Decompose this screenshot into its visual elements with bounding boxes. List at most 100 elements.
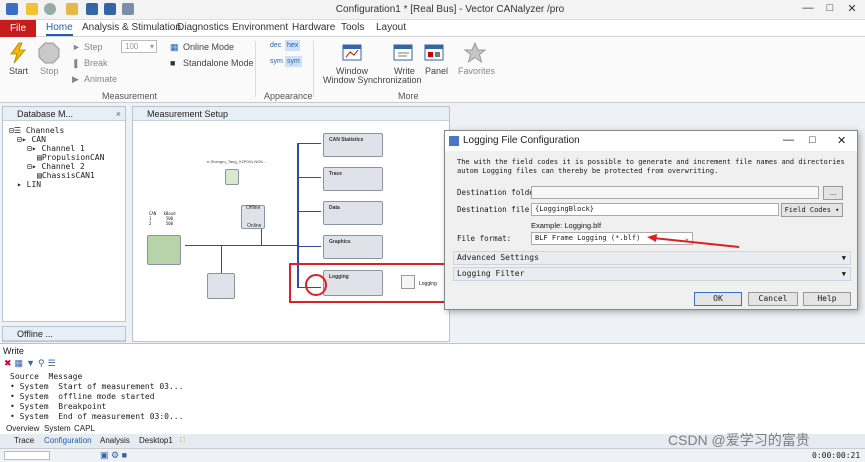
write-row[interactable]: • System offline mode started xyxy=(10,392,155,401)
wire xyxy=(185,245,297,246)
dialog-minimize-icon[interactable]: — xyxy=(783,134,794,146)
tab-overview[interactable]: Overview xyxy=(6,424,39,433)
online-mode-button[interactable]: Online Mode xyxy=(183,42,234,52)
sym-toggle-button[interactable]: sym xyxy=(285,56,302,67)
animate-button[interactable]: Animate xyxy=(84,74,117,84)
write-row[interactable]: • System Start of measurement 03... xyxy=(10,382,183,391)
maximize-icon[interactable]: □ xyxy=(822,2,838,16)
tree-item-channel-2[interactable]: ⊟▸ Channel 2 xyxy=(27,162,85,171)
wire xyxy=(297,211,321,212)
save-as-icon[interactable] xyxy=(104,3,116,15)
can-hardware-icon[interactable] xyxy=(147,235,181,265)
tab-desktop1[interactable]: Desktop1 xyxy=(139,436,173,445)
minimize-icon[interactable]: — xyxy=(800,2,816,16)
stop-circle-icon[interactable] xyxy=(44,3,56,15)
window-sync-button[interactable]: Window Synchronization xyxy=(323,75,422,85)
offline-file-icon[interactable] xyxy=(225,169,239,185)
tab-home[interactable]: Home xyxy=(46,22,73,36)
online-source-block[interactable]: Offline Online xyxy=(241,205,265,229)
lightning-icon[interactable] xyxy=(26,3,38,15)
advanced-settings-section[interactable]: Advanced Settings ▼ xyxy=(453,251,851,265)
panel-button[interactable]: Panel xyxy=(425,66,448,76)
tree-item-channel-1[interactable]: ⊟▸ Channel 1 xyxy=(27,144,85,153)
favorites-button[interactable]: Favorites xyxy=(458,66,495,76)
find-icon[interactable]: ⚲ xyxy=(38,358,48,368)
write-row[interactable]: • System End of measurement 03:0... xyxy=(10,412,183,421)
ok-button[interactable]: OK xyxy=(694,292,742,306)
tab-system[interactable]: System xyxy=(44,424,71,433)
replay-block[interactable] xyxy=(207,273,235,299)
row-message: offline mode started xyxy=(58,392,155,401)
tree-label: Channels xyxy=(25,126,65,135)
stop-button[interactable]: Stop xyxy=(40,66,59,76)
field-codes-button[interactable]: Field Codes ▾ xyxy=(781,203,843,217)
tab-analysis-stimulation[interactable]: Analysis & Stimulation xyxy=(82,22,181,33)
dialog-close-icon[interactable]: ✕ xyxy=(837,134,846,147)
field-codes-label: Field Codes xyxy=(784,206,831,214)
tab-file[interactable]: File xyxy=(0,20,36,37)
tree-item-channels[interactable]: ⊟☰ Channels xyxy=(9,126,64,135)
standalone-mode-button[interactable]: Standalone Mode xyxy=(183,58,254,68)
trace-block[interactable]: Trace xyxy=(323,167,383,191)
open-folder-icon[interactable] xyxy=(66,3,78,15)
block-label: Data xyxy=(329,205,340,211)
data-block[interactable]: Data xyxy=(323,201,383,225)
offline-file-label: e-Shengru_Tang_X2P001-NO6... xyxy=(207,159,266,164)
tab-environment[interactable]: Environment xyxy=(232,22,288,33)
add-desktop-icon[interactable]: □ xyxy=(180,435,185,444)
tree-item-can[interactable]: ⊟▸ CAN xyxy=(17,135,46,144)
options-icon[interactable]: ☰ xyxy=(48,358,59,368)
status-icons: ▣ ⚙ ■ xyxy=(100,450,128,460)
quick-access-icon[interactable] xyxy=(122,3,134,15)
help-button[interactable]: Help xyxy=(803,292,851,306)
browse-button[interactable]: ... xyxy=(823,186,843,200)
chevron-down-icon: ▾ xyxy=(149,42,154,51)
step-button[interactable]: Step xyxy=(84,42,103,52)
hex-button[interactable]: hex xyxy=(285,40,301,51)
tree-item-lin[interactable]: ▸ LIN xyxy=(17,180,41,189)
start-button[interactable]: Start xyxy=(9,66,28,76)
write-button[interactable]: Write xyxy=(394,66,415,76)
tab-trace[interactable]: Trace xyxy=(14,436,34,445)
panel-close-icon[interactable]: × xyxy=(116,107,121,121)
sym-button[interactable]: sym xyxy=(270,58,283,65)
tab-diagnostics[interactable]: Diagnostics xyxy=(177,22,229,33)
graphics-block[interactable]: Graphics xyxy=(323,235,383,259)
dest-folder-input[interactable] xyxy=(531,186,819,199)
tab-tools[interactable]: Tools xyxy=(341,22,364,33)
panel-icon xyxy=(423,42,445,64)
window-sync-icon xyxy=(341,42,363,64)
tab-hardware[interactable]: Hardware xyxy=(292,22,335,33)
speed-select[interactable]: 100 ▾ xyxy=(121,40,157,53)
red-arrow-annotation xyxy=(647,234,740,248)
can-statistics-block[interactable]: CAN Statistics xyxy=(323,133,383,157)
close-icon[interactable]: ✕ xyxy=(844,2,860,16)
tab-configuration[interactable]: Configuration xyxy=(44,436,92,445)
logging-filter-section[interactable]: Logging Filter ▼ xyxy=(453,267,851,281)
dec-button[interactable]: dec xyxy=(270,42,281,49)
row-source: System xyxy=(19,412,49,421)
cancel-button[interactable]: Cancel xyxy=(748,292,798,306)
title-bar: Configuration1 * [Real Bus] - Vector CAN… xyxy=(0,0,865,20)
tab-capl[interactable]: CAPL xyxy=(74,424,95,433)
dest-file-input[interactable]: {LoggingBlock} xyxy=(531,203,779,216)
measurement-group-label: Measurement xyxy=(102,91,158,101)
tree-item-chassiscan1[interactable]: ▤ChassisCAN1 xyxy=(37,171,95,180)
database-panel-title: Database M... xyxy=(17,109,74,119)
clear-icon[interactable]: ✖ xyxy=(4,358,15,368)
standalone-mode-icon: ■ xyxy=(170,58,176,68)
progress-field xyxy=(4,451,50,460)
tab-analysis[interactable]: Analysis xyxy=(100,436,130,445)
online-mode-icon: ▦ xyxy=(170,42,179,52)
save-icon[interactable] xyxy=(86,3,98,15)
tree-item-propulsioncan[interactable]: ▤PropulsionCAN xyxy=(37,153,104,162)
copy-icon[interactable]: ▦ xyxy=(15,358,27,368)
tab-layout[interactable]: Layout xyxy=(376,22,406,33)
filter-icon[interactable]: ▼ xyxy=(26,358,38,368)
break-button[interactable]: Break xyxy=(84,58,108,68)
write-row[interactable]: • System Breakpoint xyxy=(10,402,106,411)
dialog-info-text: The with the field codes it is possible … xyxy=(457,158,845,175)
highlight-circle xyxy=(305,274,327,296)
example-text: Example: Logging.blf xyxy=(531,221,602,230)
dialog-maximize-icon[interactable]: □ xyxy=(809,134,816,146)
